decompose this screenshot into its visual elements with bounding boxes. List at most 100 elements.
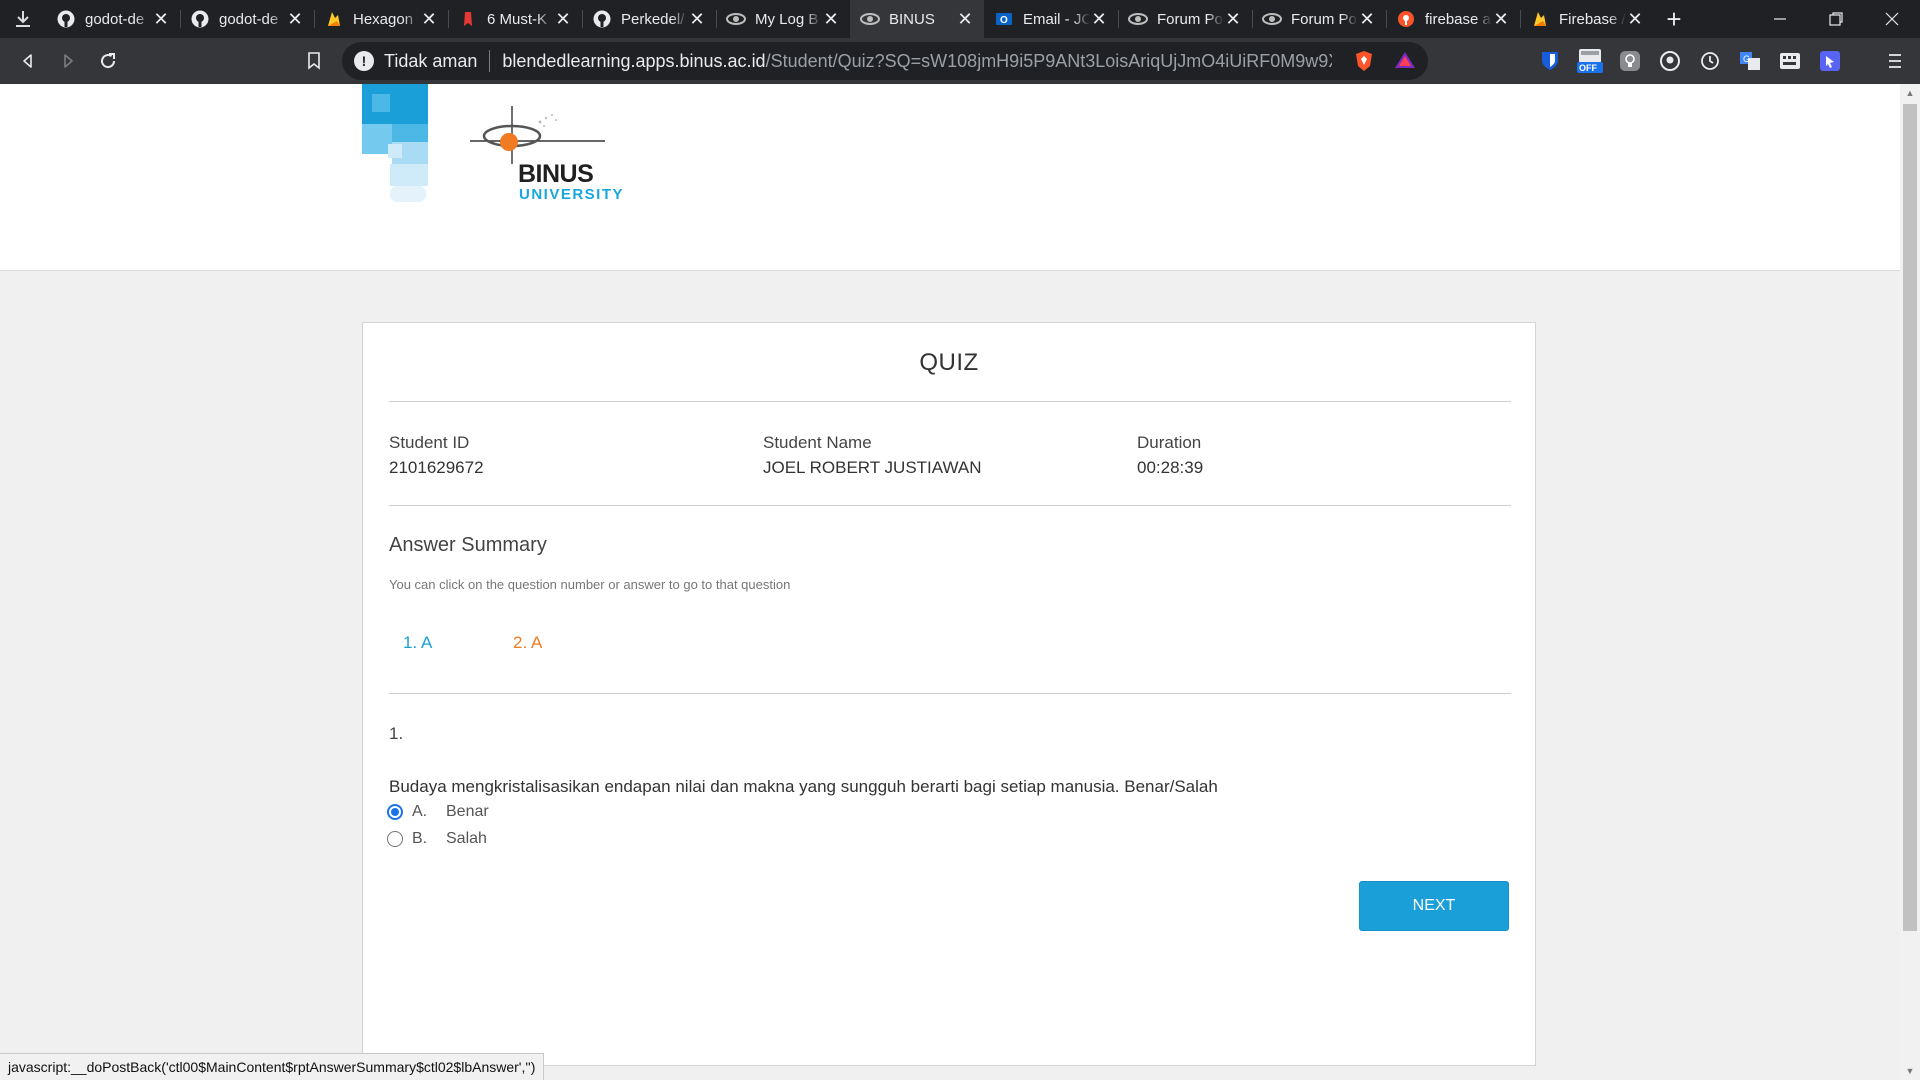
browser-toolbar: ! Tidak aman blendedlearning.apps.binus.… bbox=[0, 38, 1920, 84]
tab-title: Forum Po bbox=[1157, 10, 1223, 28]
browser-tab[interactable]: godot-de ✕ bbox=[180, 0, 314, 38]
option-a-radio[interactable] bbox=[387, 804, 403, 820]
next-button[interactable]: NEXT bbox=[1359, 881, 1509, 931]
url-text[interactable]: blendedlearning.apps.binus.ac.id/Student… bbox=[502, 51, 1332, 72]
keyboard-icon[interactable] bbox=[1776, 47, 1804, 75]
tab-title: Firebase / bbox=[1559, 10, 1626, 28]
tab-title: godot-de bbox=[219, 10, 279, 28]
new-tab-plus-icon[interactable]: + bbox=[1654, 0, 1694, 38]
back-arrow-icon[interactable] bbox=[8, 41, 48, 81]
answer-summary-title: Answer Summary bbox=[389, 534, 547, 556]
browser-tab[interactable]: firebase a ✕ bbox=[1386, 0, 1520, 38]
github-icon bbox=[592, 9, 612, 29]
close-tab-icon[interactable]: ✕ bbox=[1224, 9, 1242, 30]
tab-title: godot-de bbox=[85, 10, 145, 28]
answer-summary-link-1[interactable]: 1. A bbox=[403, 633, 432, 653]
browser-tab[interactable]: Firebase / ✕ bbox=[1520, 0, 1654, 38]
duration-label: Duration bbox=[1137, 433, 1202, 452]
close-tab-icon[interactable]: ✕ bbox=[1090, 9, 1108, 30]
option-letter: A. bbox=[412, 803, 428, 820]
bookmark-icon[interactable] bbox=[294, 41, 334, 81]
student-name-value: JOEL ROBERT JUSTIAWAN bbox=[763, 458, 982, 477]
quiz-card: QUIZ Student ID 2101629672 Student Name … bbox=[362, 322, 1536, 1066]
divider bbox=[389, 693, 1511, 694]
duration-value: 00:28:39 bbox=[1137, 458, 1204, 477]
browser-tab[interactable]: 6 Must-K ✕ bbox=[448, 0, 582, 38]
close-tab-icon[interactable]: ✕ bbox=[1358, 9, 1376, 30]
extensions-area: OFF G bbox=[1536, 38, 1844, 84]
answer-summary-link-2[interactable]: 2. A bbox=[513, 633, 542, 653]
logo-binus-text: BINUS bbox=[518, 160, 594, 188]
browser-tab[interactable]: My Log B ✕ bbox=[716, 0, 850, 38]
close-tab-icon[interactable]: ✕ bbox=[1626, 9, 1644, 30]
scroll-down-arrow-icon[interactable]: ▼ bbox=[1900, 1062, 1920, 1080]
option-text[interactable]: Salah bbox=[446, 830, 487, 848]
reload-icon[interactable] bbox=[88, 41, 128, 81]
close-tab-icon[interactable]: ✕ bbox=[420, 9, 438, 30]
outlook-icon: O bbox=[994, 9, 1014, 29]
option-b[interactable]: B. Salah bbox=[387, 830, 487, 848]
address-bar-actions bbox=[1354, 50, 1416, 77]
clock-icon[interactable] bbox=[1696, 47, 1724, 75]
not-secure-warning-icon[interactable]: ! bbox=[354, 51, 374, 71]
minimize-icon[interactable] bbox=[1752, 0, 1808, 38]
extension-badge: OFF bbox=[1579, 63, 1597, 73]
brave-rewards-icon[interactable] bbox=[1394, 50, 1416, 77]
answer-summary-hint: You can click on the question number or … bbox=[389, 577, 791, 592]
option-text[interactable]: Benar bbox=[446, 803, 489, 821]
close-tab-icon[interactable]: ✕ bbox=[1492, 9, 1510, 30]
tab-title: BINUS bbox=[889, 10, 935, 28]
extension-off-icon[interactable]: OFF bbox=[1576, 47, 1604, 75]
student-id-value: 2101629672 bbox=[389, 458, 484, 477]
restore-icon[interactable] bbox=[1808, 0, 1864, 38]
firebase-icon bbox=[1530, 9, 1550, 29]
browser-tab[interactable]: Forum Po ✕ bbox=[1252, 0, 1386, 38]
close-tab-icon[interactable]: ✕ bbox=[286, 9, 304, 30]
svg-text:O: O bbox=[1000, 15, 1008, 26]
close-window-icon[interactable] bbox=[1864, 0, 1920, 38]
page-scrollbar[interactable]: ▲ ▼ bbox=[1900, 84, 1920, 1080]
browser-menu-icon[interactable] bbox=[1880, 46, 1910, 76]
scrollbar-thumb[interactable] bbox=[1903, 104, 1917, 931]
close-tab-icon[interactable]: ✕ bbox=[554, 9, 572, 30]
close-tab-icon[interactable]: ✕ bbox=[822, 9, 840, 30]
octocat-icon[interactable] bbox=[1656, 47, 1684, 75]
question-text: Budaya mengkristalisasikan endapan nilai… bbox=[389, 777, 1218, 796]
url-path: /Student/Quiz?SQ=sW108jmH9i5P9ANt3LoisAr… bbox=[765, 50, 1333, 71]
close-tab-icon[interactable]: ✕ bbox=[688, 9, 706, 30]
lightbulb-icon[interactable] bbox=[1616, 47, 1644, 75]
bitwarden-shield-icon[interactable] bbox=[1536, 47, 1564, 75]
brave-shield-icon[interactable] bbox=[1354, 50, 1374, 77]
address-bar[interactable]: ! Tidak aman blendedlearning.apps.binus.… bbox=[342, 42, 1428, 80]
close-tab-icon[interactable]: ✕ bbox=[152, 9, 170, 30]
site-header: BINUS UNIVERSITY bbox=[0, 84, 1900, 271]
tab-title: firebase a bbox=[1425, 10, 1491, 28]
option-b-radio[interactable] bbox=[387, 831, 403, 847]
question-number: 1. bbox=[389, 724, 404, 743]
student-id-block: Student ID 2101629672 bbox=[389, 431, 484, 481]
browser-tab-active[interactable]: BINUS ✕ bbox=[850, 0, 984, 38]
tab-title: Forum Po bbox=[1291, 10, 1357, 28]
svg-text:G: G bbox=[1743, 54, 1750, 64]
browser-tab[interactable]: Hexagon ✕ bbox=[314, 0, 448, 38]
browser-tab[interactable]: godot-de ✕ bbox=[46, 0, 180, 38]
option-letter: B. bbox=[412, 830, 428, 847]
cursor-select-icon[interactable] bbox=[1816, 47, 1844, 75]
github-icon bbox=[190, 9, 210, 29]
download-icon[interactable] bbox=[0, 0, 46, 38]
browser-tab[interactable]: Forum Po ✕ bbox=[1118, 0, 1252, 38]
forward-arrow-icon[interactable] bbox=[48, 41, 88, 81]
option-a[interactable]: A. Benar bbox=[387, 803, 489, 821]
duration-block: Duration 00:28:39 bbox=[1137, 431, 1203, 481]
window-controls bbox=[1752, 0, 1920, 38]
security-label[interactable]: Tidak aman bbox=[384, 51, 477, 72]
browser-tab[interactable]: Perkedel/ ✕ bbox=[582, 0, 716, 38]
tab-title: 6 Must-K bbox=[487, 10, 548, 28]
translate-icon[interactable]: G bbox=[1736, 47, 1764, 75]
student-name-label: Student Name bbox=[763, 433, 872, 452]
binus-blocks-logo bbox=[362, 84, 428, 202]
scroll-up-arrow-icon[interactable]: ▲ bbox=[1900, 84, 1920, 102]
close-tab-icon[interactable]: ✕ bbox=[956, 9, 974, 30]
browser-tab[interactable]: O Email - JC ✕ bbox=[984, 0, 1118, 38]
tab-strip: godot-de ✕ godot-de ✕ Hexagon ✕ 6 Must-K… bbox=[46, 0, 1654, 38]
